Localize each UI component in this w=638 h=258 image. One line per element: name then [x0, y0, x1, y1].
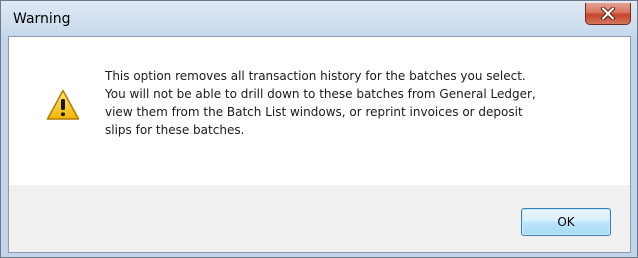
- ok-button[interactable]: OK: [521, 208, 611, 236]
- message-area: This option removes all transaction hist…: [9, 37, 630, 185]
- window-title: Warning: [13, 11, 71, 27]
- close-button[interactable]: [585, 3, 631, 25]
- dialog-body: This option removes all transaction hist…: [8, 36, 631, 253]
- warning-icon: [46, 89, 80, 120]
- close-icon: [601, 7, 615, 20]
- message-text: This option removes all transaction hist…: [105, 67, 625, 139]
- message-line: You will not be able to drill down to th…: [105, 87, 536, 101]
- message-line: view them from the Batch List windows, o…: [105, 105, 523, 119]
- warning-dialog: Warning This option removes all transact…: [0, 0, 638, 258]
- title-bar[interactable]: Warning: [1, 1, 637, 36]
- message-line: This option removes all transaction hist…: [105, 69, 526, 83]
- message-line: slips for these batches.: [105, 123, 245, 137]
